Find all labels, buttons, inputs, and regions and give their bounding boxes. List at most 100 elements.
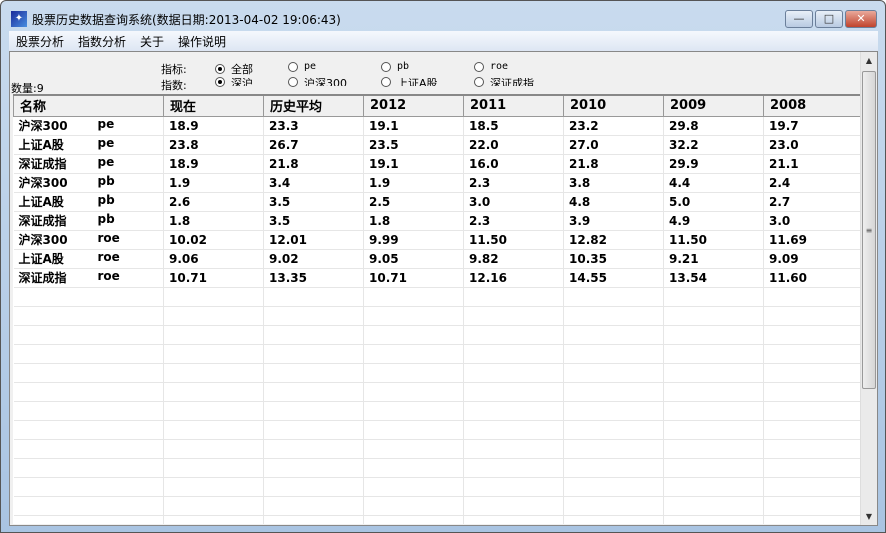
- empty-row[interactable]: [13, 477, 861, 497]
- empty-row[interactable]: [13, 325, 861, 345]
- column-header[interactable]: 2008: [763, 94, 861, 117]
- value-cell: 4.9: [663, 211, 764, 231]
- table-row[interactable]: 上证A股 pe 23.8 26.7 23.5 22.0 27.0 32.2 23.0: [13, 135, 861, 155]
- table-row[interactable]: 沪深300 roe 10.02 12.01 9.99 11.50 12.82 11.50 11.…: [13, 230, 861, 250]
- table-row[interactable]: 上证A股 roe 9.06 9.02 9.05 9.82 10.35 9.21 9.09: [13, 249, 861, 269]
- empty-row[interactable]: [13, 515, 861, 524]
- indicator-name: pe: [97, 117, 115, 131]
- radio-label: 全部: [231, 63, 253, 76]
- value-cell: [563, 401, 664, 421]
- value-cell: [463, 496, 564, 516]
- radio-label: roe: [490, 61, 509, 72]
- value-cell: 9.99: [363, 230, 464, 250]
- indicator-name: pb: [97, 174, 115, 188]
- empty-row[interactable]: [13, 344, 861, 364]
- vertical-scrollbar[interactable]: ▲ ≡ ▼: [860, 52, 877, 525]
- radio-index-sh-a[interactable]: 上证A股: [381, 77, 438, 87]
- menu-bar: 股票分析 指数分析 关于 操作说明: [9, 31, 878, 51]
- radio-indicator-roe[interactable]: roe: [474, 61, 508, 72]
- value-cell: [663, 420, 764, 440]
- column-header[interactable]: 2009: [663, 94, 764, 117]
- indicator-name: roe: [97, 231, 120, 245]
- scroll-up-arrow-icon[interactable]: ▲: [861, 52, 877, 69]
- empty-row[interactable]: [13, 420, 861, 440]
- value-cell: 13.35: [263, 268, 364, 288]
- value-cell: [663, 363, 764, 383]
- empty-row[interactable]: [13, 439, 861, 459]
- name-cell: [13, 515, 164, 524]
- scrollbar-thumb[interactable]: ≡: [862, 71, 876, 389]
- table-row[interactable]: 深证成指 roe 10.71 13.35 10.71 12.16 14.55 13.54 11.…: [13, 268, 861, 288]
- value-cell: [763, 382, 861, 402]
- value-cell: 18.9: [163, 154, 264, 174]
- table-row[interactable]: 上证A股 pb 2.6 3.5 2.5 3.0 4.8 5.0 2.7: [13, 192, 861, 212]
- radio-index-all[interactable]: 深沪: [215, 77, 253, 87]
- radio-indicator-pb[interactable]: pb: [381, 61, 409, 72]
- empty-row[interactable]: [13, 382, 861, 402]
- empty-row[interactable]: [13, 287, 861, 307]
- value-cell: [163, 382, 264, 402]
- column-header[interactable]: 2012: [363, 94, 464, 117]
- value-cell: 2.7: [763, 192, 861, 212]
- value-cell: 23.2: [563, 116, 664, 136]
- empty-row[interactable]: [13, 363, 861, 383]
- value-cell: [263, 382, 364, 402]
- radio-index-hs300[interactable]: 沪深300: [288, 77, 347, 87]
- empty-row[interactable]: [13, 458, 861, 478]
- minimize-button[interactable]: —: [785, 10, 813, 28]
- value-cell: [463, 306, 564, 326]
- content-panel: 指标: 指数: 数量:9 全部 pe pb roe 深沪 沪深300 上证A股 …: [9, 51, 878, 526]
- value-cell: 4.8: [563, 192, 664, 212]
- menu-stock-analysis[interactable]: 股票分析: [9, 33, 71, 50]
- scroll-down-arrow-icon[interactable]: ▼: [861, 508, 877, 525]
- value-cell: [763, 477, 861, 497]
- value-cell: [663, 306, 764, 326]
- index-name: 沪深300: [18, 176, 68, 190]
- index-name: 深证成指: [18, 157, 67, 171]
- table-row[interactable]: 深证成指 pe 18.9 21.8 19.1 16.0 21.8 29.9 21.1: [13, 154, 861, 174]
- table-row[interactable]: 深证成指 pb 1.8 3.5 1.8 2.3 3.9 4.9 3.0: [13, 211, 861, 231]
- radio-index-sz[interactable]: 深证成指: [474, 77, 534, 87]
- menu-index-analysis[interactable]: 指数分析: [71, 33, 133, 50]
- value-cell: 2.3: [463, 211, 564, 231]
- table-row[interactable]: 沪深300 pe 18.9 23.3 19.1 18.5 23.2 29.8 19.7: [13, 116, 861, 136]
- close-button[interactable]: ✕: [845, 10, 877, 28]
- column-header[interactable]: 历史平均: [263, 94, 364, 117]
- column-header[interactable]: 名称: [13, 94, 164, 117]
- value-cell: [463, 420, 564, 440]
- name-cell: 上证A股 pe: [13, 135, 164, 155]
- menu-about[interactable]: 关于: [133, 33, 171, 50]
- column-header[interactable]: 现在: [163, 94, 264, 117]
- value-cell: 5.0: [663, 192, 764, 212]
- column-header[interactable]: 2010: [563, 94, 664, 117]
- value-cell: [663, 496, 764, 516]
- app-icon: ✦: [11, 11, 27, 27]
- name-cell: [13, 477, 164, 497]
- value-cell: [363, 477, 464, 497]
- maximize-button[interactable]: □: [815, 10, 843, 28]
- menu-instructions[interactable]: 操作说明: [171, 33, 233, 50]
- value-cell: 9.02: [263, 249, 364, 269]
- radio-indicator-pe[interactable]: pe: [288, 61, 316, 72]
- value-cell: [763, 344, 861, 364]
- value-cell: [363, 458, 464, 478]
- value-cell: [363, 382, 464, 402]
- value-cell: [163, 363, 264, 383]
- table-row[interactable]: 沪深300 pb 1.9 3.4 1.9 2.3 3.8 4.4 2.4: [13, 173, 861, 193]
- empty-row[interactable]: [13, 496, 861, 516]
- value-cell: 10.71: [163, 268, 264, 288]
- empty-row[interactable]: [13, 401, 861, 421]
- value-cell: 2.5: [363, 192, 464, 212]
- column-header[interactable]: 2011: [463, 94, 564, 117]
- indicator-name: roe: [97, 269, 120, 283]
- name-cell: 沪深300 pe: [13, 116, 164, 136]
- value-cell: 3.4: [263, 173, 364, 193]
- value-cell: [563, 496, 664, 516]
- value-cell: [163, 458, 264, 478]
- name-cell: 深证成指 pb: [13, 211, 164, 231]
- value-cell: 23.3: [263, 116, 364, 136]
- radio-indicator-all[interactable]: 全部: [215, 61, 253, 77]
- value-cell: [163, 401, 264, 421]
- empty-row[interactable]: [13, 306, 861, 326]
- value-cell: 12.01: [263, 230, 364, 250]
